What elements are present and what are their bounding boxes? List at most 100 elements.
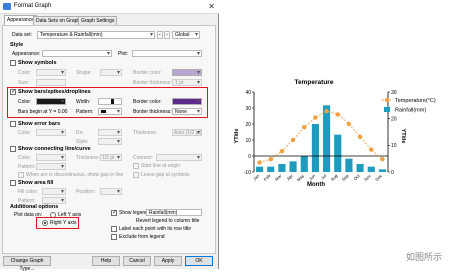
show-area-fill-checkbox[interactable] xyxy=(10,180,16,186)
x-axis-label: Month xyxy=(307,182,325,188)
bar-nov xyxy=(367,166,375,172)
fill-pattern-select[interactable] xyxy=(42,197,66,204)
show-legend-label: Show legend xyxy=(119,210,148,216)
label-each-point-checkbox[interactable] xyxy=(111,226,117,232)
temp-point-jun xyxy=(313,115,318,120)
legend-temperature-label: Temperature(°C) xyxy=(395,98,436,104)
right-axis-label: Right Y axis xyxy=(50,220,77,226)
prev-dataset-button[interactable]: ‹ xyxy=(157,31,163,39)
bar-border-color-select[interactable] xyxy=(172,98,202,105)
symbol-border-color-label: Border color: xyxy=(133,70,162,76)
right-axis-radio[interactable] xyxy=(42,220,48,226)
x-tick-label-feb: Feb xyxy=(263,173,272,182)
leave-gap-checkbox[interactable] xyxy=(133,172,139,178)
temp-point-feb xyxy=(268,157,273,162)
symbol-color-label: Color: xyxy=(18,70,32,76)
data-set-label: Data set: xyxy=(12,32,33,38)
change-graph-type-button[interactable]: Change Graph Type... xyxy=(3,256,51,272)
show-error-bars-checkbox[interactable] xyxy=(10,121,16,127)
x-tick-label-dec: Dec xyxy=(374,173,383,182)
start-at-origin-label: Start line at origin xyxy=(141,163,180,169)
bar-border-thickness-select[interactable]: None xyxy=(172,108,202,115)
x-tick-label-jun: Jun xyxy=(308,173,317,182)
temp-point-apr xyxy=(290,137,296,143)
error-style-select[interactable] xyxy=(98,138,122,145)
temp-point-jul xyxy=(324,109,329,114)
appearance-select[interactable] xyxy=(42,50,112,57)
symbol-border-thickness-select[interactable]: 1 pt xyxy=(172,79,202,86)
exclude-legend-checkbox[interactable] xyxy=(111,234,117,240)
y-tick-label: 0 xyxy=(248,154,251,160)
next-dataset-button[interactable]: › xyxy=(164,31,170,39)
show-symbols-checkbox[interactable] xyxy=(10,60,16,66)
connecting-connect-select[interactable] xyxy=(156,154,202,161)
plot-label: Plot: xyxy=(118,51,129,57)
fill-color-select[interactable] xyxy=(42,188,66,195)
temp-point-aug xyxy=(335,112,340,117)
tab-graph-settings[interactable]: Graph Settings xyxy=(78,16,118,25)
bar-pattern-label: Pattern: xyxy=(76,109,94,115)
app-icon xyxy=(3,3,11,10)
bar-jan xyxy=(256,166,264,172)
fill-position-select[interactable] xyxy=(100,188,122,195)
symbol-size-input[interactable] xyxy=(36,79,66,86)
y2-tick-label: 30 xyxy=(391,90,397,96)
connecting-connect-label: Connect: xyxy=(133,155,154,161)
bar-border-thickness-label: Border thickness: xyxy=(133,109,172,115)
bar-color-select[interactable] xyxy=(36,98,66,105)
symbol-color-select[interactable] xyxy=(36,69,66,76)
revert-legend-link[interactable]: Revert legend to column title xyxy=(136,218,199,224)
dialog-title: Format Graph xyxy=(14,3,52,9)
y-tick-label: 30 xyxy=(245,106,251,112)
appearance-label: Appearance: xyxy=(12,51,41,57)
error-color-select[interactable] xyxy=(36,129,66,136)
error-thickness-select[interactable]: Auto (1/2 pt) xyxy=(172,129,202,136)
fill-position-label: Position: xyxy=(76,189,96,195)
ok-button[interactable]: OK xyxy=(185,256,213,266)
temp-point-mar xyxy=(279,149,285,154)
show-bars-checkbox[interactable] xyxy=(10,88,16,95)
connecting-pattern-select[interactable] xyxy=(36,163,66,170)
bar-oct xyxy=(356,164,364,172)
watermark: 如图所示 xyxy=(406,252,443,262)
symbol-shape-select[interactable] xyxy=(100,69,122,76)
bar-pattern-select[interactable] xyxy=(98,108,122,115)
connecting-thickness-value: 1/2 pt xyxy=(102,155,115,161)
connecting-color-select[interactable] xyxy=(36,154,66,161)
bar-pattern-swatch xyxy=(101,110,106,113)
chart-title: Temperature xyxy=(295,79,334,86)
y-tick-label: -10 xyxy=(244,170,251,176)
bar-aug xyxy=(334,134,342,172)
bar-width-slider[interactable] xyxy=(98,98,122,105)
error-dir-select[interactable] xyxy=(98,129,122,136)
show-legend-checkbox[interactable] xyxy=(111,209,117,216)
legend-temperature-symbol xyxy=(384,97,390,103)
connecting-thickness-select[interactable]: 1/2 pt xyxy=(100,154,122,161)
global-select[interactable]: Global xyxy=(172,31,200,39)
cancel-button[interactable]: Cancel xyxy=(123,256,151,266)
tab-data-sets[interactable]: Data Sets on Graph xyxy=(33,16,84,25)
show-error-bars-label: Show error bars xyxy=(18,121,61,127)
show-connecting-checkbox[interactable] xyxy=(10,146,16,152)
data-set-select[interactable]: Temperature & Rainfall(mm) xyxy=(37,31,155,39)
symbol-size-label: Size: xyxy=(18,80,30,86)
show-connecting-label: Show connecting line/curve xyxy=(18,146,91,152)
start-at-origin-checkbox[interactable] xyxy=(133,163,139,169)
legend-rainfall-swatch xyxy=(384,107,390,112)
symbol-border-color-select[interactable] xyxy=(172,69,202,76)
legend-text-input[interactable]: Rainfall(mm) xyxy=(146,209,202,216)
bar-sep xyxy=(345,158,353,172)
close-icon[interactable]: ✕ xyxy=(208,2,215,11)
bar-jul xyxy=(323,105,331,172)
apply-button[interactable]: Apply xyxy=(154,256,182,266)
bar-jun xyxy=(311,124,319,172)
show-gap-checkbox[interactable] xyxy=(18,172,24,178)
x-tick-label-oct: Oct xyxy=(353,173,362,182)
error-thickness-value: Auto (1/2 pt) xyxy=(174,130,202,136)
symbol-shape-label: Shape: xyxy=(76,70,92,76)
title-bar: Format Graph ✕ xyxy=(0,0,219,14)
bar-width-thumb[interactable] xyxy=(111,99,114,104)
plot-select[interactable] xyxy=(132,50,202,57)
x-tick-label-jan: Jan xyxy=(252,173,261,182)
help-button[interactable]: Help xyxy=(92,256,120,266)
